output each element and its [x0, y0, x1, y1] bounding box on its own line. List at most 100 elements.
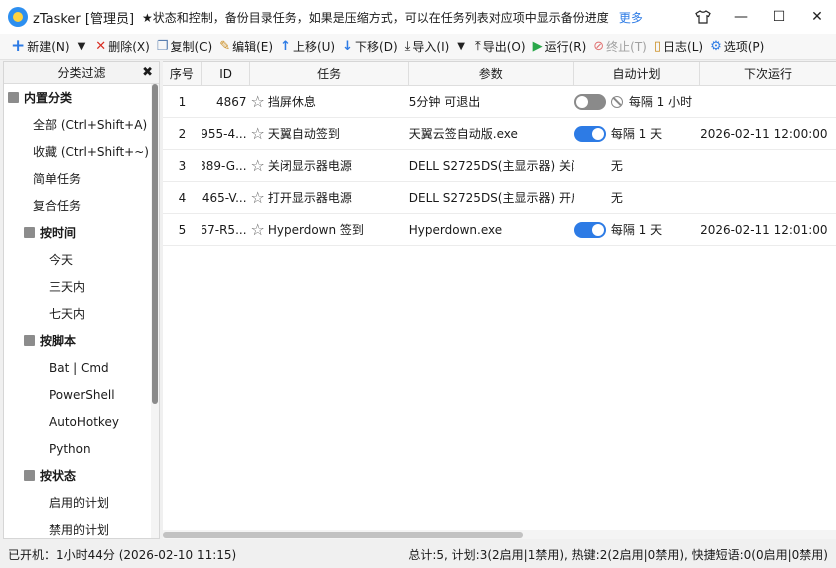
tree-item-compound[interactable]: 复合任务 — [4, 192, 159, 219]
sidebar-scrollbar[interactable] — [151, 84, 159, 538]
folder-icon — [24, 470, 35, 481]
plan-text: 每隔 1 天 — [610, 223, 663, 237]
column-header-param[interactable]: 参数 — [409, 62, 574, 85]
cell-task: ☆ Hyperdown 签到 — [250, 219, 364, 239]
star-icon[interactable]: ☆ — [251, 157, 265, 174]
disabled-icon — [610, 95, 623, 108]
new-button[interactable]: + 新建(N) — [8, 36, 73, 58]
tree-group-by-time[interactable]: 按时间 — [4, 219, 159, 246]
log-icon: ▯ — [653, 39, 662, 54]
schedule-toggle[interactable] — [573, 221, 606, 238]
cell-next-run — [700, 86, 836, 117]
close-icon[interactable]: ✖ — [142, 65, 153, 80]
run-button[interactable]: ▶ 运行(R) — [530, 36, 590, 58]
stop-icon: ⊘ — [593, 39, 605, 54]
tree-item-favorites[interactable]: 收藏 (Ctrl+Shift+~) — [4, 138, 159, 165]
pencil-icon: ✎ — [219, 39, 231, 54]
horizontal-scrollbar[interactable] — [163, 530, 836, 539]
delete-button[interactable]: ✕ 删除(X) — [92, 36, 153, 58]
schedule-toggle[interactable] — [573, 125, 606, 142]
import-icon: ⤓ — [404, 39, 411, 54]
cell-next-run — [700, 182, 836, 213]
move-down-button[interactable]: ↓ 下移(D) — [339, 36, 401, 58]
copy-button[interactable]: ❐ 复制(C) — [154, 36, 215, 58]
tree-item-autohotkey[interactable]: AutoHotkey — [4, 408, 159, 435]
cell-plan: 每隔 1 小时 — [573, 86, 700, 117]
star-icon[interactable]: ☆ — [251, 189, 265, 206]
maximize-button[interactable]: ☐ — [760, 0, 798, 34]
cell-next-run — [700, 150, 836, 181]
tree-group-builtin[interactable]: 内置分类 — [4, 84, 159, 111]
category-tree: 内置分类 全部 (Ctrl+Shift+A) 收藏 (Ctrl+Shift+~)… — [4, 84, 159, 538]
import-dropdown-arrow-icon[interactable]: ▼ — [457, 41, 465, 52]
tree-item-python[interactable]: Python — [4, 435, 159, 462]
column-header-task[interactable]: 任务 — [250, 62, 409, 85]
tree-item-enabled-plans[interactable]: 启用的计划 — [4, 489, 159, 516]
tree-item-powershell[interactable]: PowerShell — [4, 381, 159, 408]
star-icon[interactable]: ☆ — [251, 93, 265, 110]
shirt-icon[interactable] — [684, 0, 722, 34]
import-button[interactable]: ⤓ 导入(I) — [402, 36, 453, 58]
new-dropdown-arrow-icon[interactable]: ▼ — [78, 41, 86, 52]
table-row[interactable]: 1 4867 ☆ 挡屏休息 5分钟 可退出 每隔 1 小时 — [163, 86, 836, 118]
column-header-next[interactable]: 下次运行 — [700, 62, 836, 85]
cell-param: 5分钟 可退出 — [408, 95, 481, 109]
tree-item-three-days[interactable]: 三天内 — [4, 273, 159, 300]
cell-plan: 无 — [574, 150, 700, 181]
arrow-up-icon: ↑ — [280, 39, 291, 54]
tree-item-today[interactable]: 今天 — [4, 246, 159, 273]
play-icon: ▶ — [532, 39, 543, 54]
cell-param: DELL S2725DS(主显示器) 关闭 — [408, 159, 574, 173]
tree-item-simple[interactable]: 简单任务 — [4, 165, 159, 192]
cell-no: 5 — [178, 222, 187, 237]
sidebar-scroll-thumb[interactable] — [152, 84, 158, 404]
cell-id: 465-V... — [201, 190, 247, 205]
cell-id: 955-4... — [201, 126, 247, 141]
table-row[interactable]: 5 767-R5...☆Hyperdown 签到 Hyperdown.exe 每隔 1… — [163, 214, 836, 246]
options-button[interactable]: ⚙ 选项(P) — [707, 36, 767, 58]
gear-icon: ⚙ — [710, 39, 722, 54]
cell-param: DELL S2725DS(主显示器) 开启 — [408, 191, 574, 205]
star-icon[interactable]: ☆ — [251, 125, 265, 142]
close-button[interactable]: ✕ — [798, 0, 836, 34]
cell-id: 4867 — [215, 94, 247, 109]
table-row[interactable]: 3 889-G... ☆ 关闭显示器电源 DELL S2725DS(主显示器) 关闭 无 — [163, 150, 836, 182]
tree-item-seven-days[interactable]: 七天内 — [4, 300, 159, 327]
tree-item-all[interactable]: 全部 (Ctrl+Shift+A) — [4, 111, 159, 138]
sidebar-title: 分类过滤 — [57, 66, 106, 80]
edit-button[interactable]: ✎ 编辑(E) — [216, 36, 276, 58]
more-link[interactable]: 更多 — [619, 9, 643, 26]
tree-item-disabled-plans[interactable]: 禁用的计划 — [4, 516, 159, 538]
move-up-button[interactable]: ↑ 上移(U) — [277, 36, 338, 58]
star-icon[interactable]: ☆ — [251, 221, 265, 238]
cell-next-run: 2026-02-11 12:00:00 — [700, 126, 828, 141]
horizontal-scroll-thumb[interactable] — [163, 532, 523, 538]
title-bar: zTasker [管理员] ★状态和控制，备份目录任务，如果是压缩方式，可以在任… — [0, 0, 836, 34]
minimize-button[interactable]: — — [722, 0, 760, 34]
delete-x-icon: ✕ — [95, 39, 107, 54]
tree-group-by-state[interactable]: 按状态 — [4, 462, 159, 489]
plan-text: 无 — [610, 159, 623, 173]
cell-plan: 每隔 1 天 — [573, 118, 700, 149]
export-button[interactable]: ⤒ 导出(O) — [472, 36, 529, 58]
cell-no: 1 — [178, 94, 187, 109]
tree-group-by-script[interactable]: 按脚本 — [4, 327, 159, 354]
notice-text: ★状态和控制，备份目录任务，如果是压缩方式，可以在任务列表对应项中显示备份进度 — [142, 10, 609, 25]
cell-task: ☆ 打开显示器电源 — [250, 187, 352, 207]
sidebar-header: 分类过滤 ✖ — [4, 62, 159, 84]
column-header-no[interactable]: 序号 — [163, 62, 202, 85]
schedule-toggle[interactable] — [573, 93, 606, 110]
stop-button[interactable]: ⊘ 终止(T) — [590, 36, 650, 58]
table-row[interactable]: 2 955-4... ☆ 天翼自动签到 天翼云签自动版.exe 每隔 1 天 2026-02… — [163, 118, 836, 150]
arrow-down-icon: ↓ — [342, 39, 354, 54]
window-title: zTasker [管理员] — [33, 11, 135, 27]
cell-task: ☆ 关闭显示器电源 — [250, 155, 352, 175]
uptime-text: 已开机：1小时44分 (2026-02-10 11:15) — [8, 548, 237, 562]
summary-text: 总计:5, 计划:3(2启用|1禁用), 热键:2(2启用|0禁用), 快捷短语… — [408, 548, 828, 562]
table-row[interactable]: 4 465-V... ☆ 打开显示器电源 DELL S2725DS(主显示器) 开启 无 — [163, 182, 836, 214]
column-header-id[interactable]: ID — [202, 62, 251, 85]
column-header-plan[interactable]: 自动计划 — [574, 62, 701, 85]
tree-item-bat-cmd[interactable]: Bat | Cmd — [4, 354, 159, 381]
cell-plan: 每隔 1 天 — [573, 214, 700, 245]
log-button[interactable]: ▯ 日志(L) — [651, 36, 706, 58]
